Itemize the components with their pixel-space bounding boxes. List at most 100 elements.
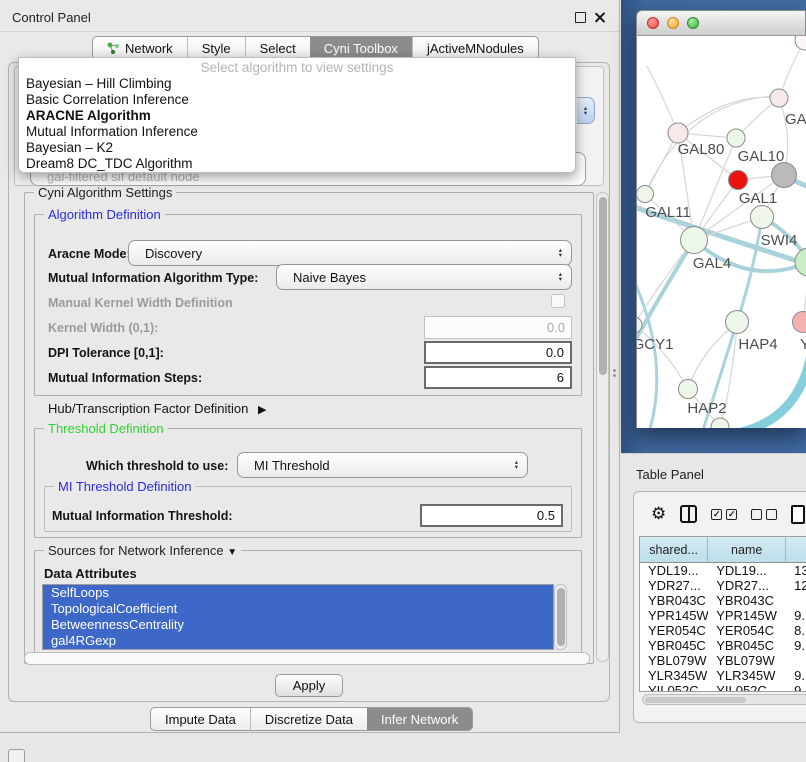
table-body: YDL19...YDL19...13YDR27...YDR27...12YBR0… [640, 563, 806, 691]
kernel-width-input[interactable] [424, 316, 572, 339]
tab-select[interactable]: Select [245, 37, 310, 59]
table-row[interactable]: YER054CYER054C8. [640, 623, 806, 638]
hub-definition-toggle[interactable]: Hub/Transcription Factor Definition ▶ [48, 401, 266, 416]
table-row[interactable]: YIL052CYIL052C9 [640, 683, 806, 691]
manual-kernel-checkbox[interactable] [551, 294, 565, 308]
network-node[interactable] [637, 186, 654, 203]
attribute-item[interactable]: SelfLoops [43, 585, 553, 601]
network-node[interactable] [727, 129, 745, 147]
network-window-titlebar[interactable] [636, 10, 806, 36]
deselect-all-icon[interactable] [751, 509, 777, 520]
settings-scrollbar[interactable] [596, 192, 609, 662]
spinner-arrows-icon[interactable]: ▴▾ [577, 97, 595, 124]
table-row[interactable]: YDR27...YDR27...12 [640, 578, 806, 593]
mi-steps-input[interactable] [424, 366, 572, 389]
table-row[interactable]: YLR345WYLR345W9. [640, 668, 806, 683]
table-row[interactable]: YDL19...YDL19...13 [640, 563, 806, 578]
algorithm-option[interactable]: Dream8 DC_TDC Algorithm [19, 156, 575, 172]
minimize-window-icon[interactable] [667, 17, 679, 29]
column-header[interactable] [786, 537, 806, 563]
network-node[interactable] [772, 163, 797, 188]
gear-icon[interactable]: ⚙ [651, 504, 666, 524]
tab-discretize-data[interactable]: Discretize Data [250, 708, 367, 730]
table-panel-region: Table Panel ⚙ ✓✓ shared...name YDL19...Y… [621, 453, 806, 762]
table-row[interactable]: YPR145WYPR145W9. [640, 608, 806, 623]
table-cell [786, 653, 806, 668]
network-node[interactable] [679, 380, 698, 399]
spinner-arrows-icon: ▴▾ [559, 248, 562, 258]
network-edge[interactable] [688, 322, 737, 389]
zoom-window-icon[interactable] [687, 17, 699, 29]
group-title: MI Threshold Definition [54, 479, 195, 494]
float-window-icon[interactable] [575, 12, 586, 23]
network-node[interactable] [795, 248, 806, 276]
tab-impute-data[interactable]: Impute Data [151, 708, 250, 730]
network-node[interactable] [751, 206, 774, 229]
combo-value: Discovery [145, 246, 202, 261]
mi-threshold-input[interactable] [420, 504, 563, 527]
network-node[interactable] [681, 227, 708, 254]
scrollbar-thumb[interactable] [599, 197, 607, 375]
table-cell: YIL052C [640, 683, 708, 691]
tab-label: Select [260, 41, 296, 56]
network-node[interactable] [793, 312, 806, 333]
data-attributes-list[interactable]: SelfLoopsTopologicalCoefficientBetweenne… [42, 584, 554, 650]
attribute-item[interactable]: TopologicalCoefficient [43, 601, 553, 617]
tab-style[interactable]: Style [187, 37, 245, 59]
tab-label: Impute Data [165, 712, 236, 727]
export-table-icon[interactable] [791, 505, 805, 524]
close-window-icon[interactable] [647, 17, 659, 29]
network-node[interactable] [729, 171, 748, 190]
attributes-scrollbar[interactable] [554, 584, 567, 650]
algorithm-option[interactable]: ARACNE Algorithm [19, 108, 575, 124]
scrollbar-thumb[interactable] [557, 588, 565, 646]
table-horizontal-scrollbar[interactable] [642, 694, 806, 705]
network-node[interactable] [795, 36, 806, 50]
column-header[interactable]: name [708, 537, 786, 563]
node-label: HAP4 [738, 336, 777, 353]
network-canvas[interactable]: GAL80GAL10GALGAL11GAL1GAL4SWI4GCY1HAP4YH… [636, 36, 806, 428]
table-row[interactable]: YBR043CYBR043C [640, 593, 806, 608]
column-header[interactable]: shared... [640, 537, 708, 563]
aracne-mode-combo[interactable]: Discovery ▴▾ [128, 240, 572, 266]
apply-button[interactable]: Apply [275, 674, 343, 697]
table-cell: YPR145W [708, 608, 786, 623]
settings-horizontal-scrollbar[interactable] [24, 652, 590, 665]
column-layout-icon[interactable] [680, 505, 697, 523]
table-cell: YLR345W [708, 668, 786, 683]
network-node[interactable] [726, 311, 749, 334]
tab-label: Infer Network [381, 712, 458, 727]
table-row[interactable]: YBR045CYBR045C9. [640, 638, 806, 653]
dpi-tolerance-input[interactable] [424, 341, 572, 364]
which-threshold-combo[interactable]: MI Threshold ▴▾ [237, 452, 528, 478]
panel-splitter-handle[interactable] [612, 366, 617, 380]
close-icon[interactable] [594, 12, 605, 23]
tab-network[interactable]: Network [93, 37, 187, 59]
node-label: GAL10 [738, 148, 785, 165]
network-edge[interactable] [741, 354, 806, 428]
network-node[interactable] [770, 89, 788, 107]
network-edge[interactable] [637, 325, 688, 389]
table-cell: YBR043C [708, 593, 786, 608]
spinner-arrows-icon: ▴▾ [559, 272, 562, 282]
algorithm-option[interactable]: Bayesian – Hill Climbing [19, 76, 575, 92]
mi-algorithm-type-combo[interactable]: Naive Bayes ▴▾ [276, 264, 572, 290]
sources-toggle[interactable]: Sources for Network Inference ▼ [44, 543, 241, 558]
scrollbar-thumb[interactable] [645, 697, 746, 703]
table-row[interactable]: YBL079WYBL079W [640, 653, 806, 668]
algorithm-option[interactable]: Mutual Information Inference [19, 124, 575, 140]
aracne-mode-label: Aracne Mode: [48, 247, 131, 261]
minimized-panel-icon[interactable] [8, 749, 25, 762]
tab-jactivemnodules[interactable]: jActiveMNodules [412, 37, 538, 59]
network-node[interactable] [668, 123, 688, 143]
network-edge[interactable] [637, 240, 694, 348]
attribute-item[interactable]: BetweennessCentrality [43, 617, 553, 633]
algorithm-option[interactable]: Bayesian – K2 [19, 140, 575, 156]
attribute-item[interactable]: gal4RGexp [43, 633, 553, 649]
network-edge[interactable] [647, 66, 678, 133]
tab-infer-network[interactable]: Infer Network [367, 708, 472, 730]
algorithm-option[interactable]: Basic Correlation Inference [19, 92, 575, 108]
table-cell: 12 [786, 578, 806, 593]
select-all-icon[interactable]: ✓✓ [711, 509, 737, 520]
tab-cyni-toolbox[interactable]: Cyni Toolbox [310, 37, 412, 59]
